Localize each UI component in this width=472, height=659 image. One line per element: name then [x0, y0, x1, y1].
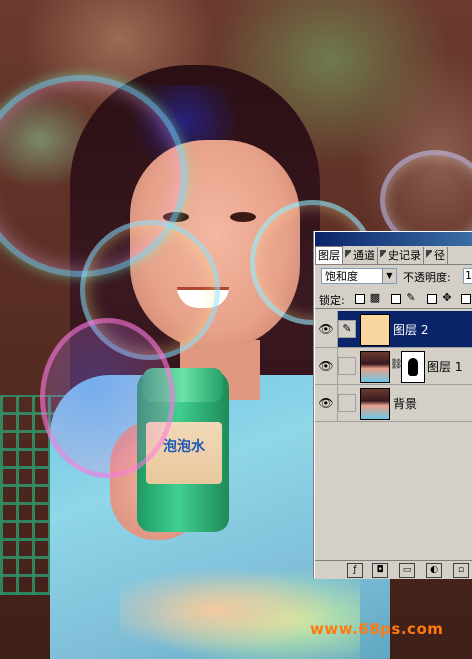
tab-channels[interactable]: 通道	[343, 247, 378, 264]
layers-list: 👁 ✎ 图层 2 👁 ⛓ 图层 1 👁 背景	[315, 311, 472, 561]
transparency-grid-icon: ▩	[369, 291, 381, 304]
tab-layers[interactable]: 图层	[315, 246, 343, 264]
eye-icon[interactable]: 👁	[315, 311, 338, 347]
blend-options-row: 饱和度 ▼ 不透明度:	[315, 266, 472, 288]
opacity-label: 不透明度:	[403, 271, 451, 284]
new-layer-icon[interactable]: ▫	[453, 563, 469, 578]
panel-tab-strip: 图层 通道 史记录径	[315, 246, 472, 265]
chevron-down-icon[interactable]: ▼	[382, 269, 396, 283]
layer-thumbnail	[360, 351, 390, 383]
eye-icon[interactable]: 👁	[315, 348, 338, 384]
watermark: www.68ps.com	[310, 620, 444, 638]
link-slot[interactable]	[338, 394, 356, 412]
tab-notch-icon	[345, 250, 351, 260]
lock-row: 锁定: ▩ ✎ ✥	[315, 290, 472, 309]
adjustment-layer-icon[interactable]: ◐	[426, 563, 442, 578]
tab-notch-icon	[380, 250, 386, 260]
layers-bottom-toolbar: ƒ ◘ ▭ ◐ ▫	[315, 560, 472, 579]
move-icon: ✥	[442, 291, 452, 304]
blend-mode-value: 饱和度	[325, 270, 358, 283]
layer-row-layer2[interactable]: 👁 ✎ 图层 2	[315, 311, 472, 348]
brush-icon[interactable]: ✎	[338, 320, 356, 338]
bubble-lower-left	[40, 318, 175, 478]
layer-name: 背景	[393, 397, 418, 411]
panel-title-bar[interactable]	[315, 232, 472, 246]
layer-thumbnail	[360, 314, 390, 346]
lock-all-checkbox[interactable]	[461, 294, 471, 304]
layer-style-icon[interactable]: ƒ	[347, 563, 363, 578]
tab-paths[interactable]: 径	[424, 247, 448, 264]
eye-icon[interactable]: 👁	[315, 385, 338, 421]
layer-thumbnail	[360, 388, 390, 420]
mask-silhouette	[408, 358, 418, 376]
add-mask-icon[interactable]: ◘	[372, 563, 388, 578]
opacity-input[interactable]: 1	[463, 268, 472, 284]
tab-notch-icon	[426, 250, 432, 260]
layer-name: 图层 2	[393, 323, 429, 337]
blend-mode-select[interactable]: 饱和度 ▼	[321, 268, 397, 284]
tab-history[interactable]: 史记录	[378, 247, 424, 264]
layer-row-background[interactable]: 👁 背景	[315, 385, 472, 422]
layer-mask-thumbnail[interactable]	[401, 351, 425, 383]
lock-position-checkbox[interactable]	[427, 294, 437, 304]
right-eye	[230, 212, 256, 222]
layer-row-layer1[interactable]: 👁 ⛓ 图层 1	[315, 348, 472, 385]
layer-name: 图层 1	[427, 360, 463, 374]
lock-label: 锁定:	[319, 294, 345, 307]
layers-panel: 图层 通道 史记录径 饱和度 ▼ 不透明度: 1 锁定: ▩ ✎ ✥ 👁 ✎ 图层 …	[314, 231, 472, 579]
link-slot[interactable]	[338, 357, 356, 375]
lock-transparency-checkbox[interactable]	[355, 294, 365, 304]
lock-image-checkbox[interactable]	[391, 294, 401, 304]
new-group-icon[interactable]: ▭	[399, 563, 415, 578]
brush-icon: ✎	[406, 291, 416, 304]
